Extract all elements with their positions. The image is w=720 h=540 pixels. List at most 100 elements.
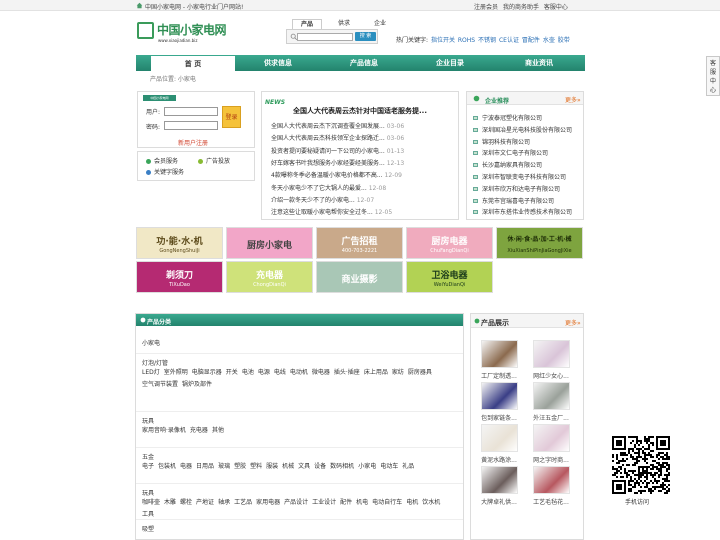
company-item[interactable]: 东莞市宫瑞喜电子有限公司 (473, 196, 554, 205)
product-caption[interactable]: 大牌卓礼供... (479, 497, 519, 506)
category-item-link[interactable]: 家用电器 (256, 499, 280, 506)
category-item-link[interactable]: 电脑显示器 (192, 369, 222, 376)
category-item-link[interactable]: 设备 (314, 463, 326, 470)
category-name[interactable]: 小家电 (142, 338, 160, 347)
register-link[interactable]: 注册会员 (474, 4, 498, 11)
password-input[interactable] (164, 121, 218, 130)
company-item[interactable]: 深圳市东搭伟业传感技术有限公司 (473, 207, 572, 216)
category-item-link[interactable]: 空气调节装置 (142, 381, 178, 388)
category-item-link[interactable]: 产品设计 (284, 499, 308, 506)
category-item-link[interactable]: 电子 (142, 463, 154, 470)
category-item-link[interactable]: 电机 (406, 499, 418, 506)
service-center-link[interactable]: 客服中心 (544, 4, 568, 11)
company-item[interactable]: 长沙嘉纳家具有限公司 (473, 160, 542, 169)
category-name[interactable]: 吸塑 (142, 524, 154, 533)
category-name[interactable]: 灯泡/灯管 (142, 358, 168, 367)
company-item[interactable]: 宁波泰冠塑化有限公司 (473, 113, 542, 122)
news-item[interactable]: 冬天小家电少不了它大锅人的最爱... 12-08 (271, 183, 386, 192)
category-name[interactable]: 五金 (142, 452, 154, 461)
ad-banner[interactable]: 厨房小家电 (226, 227, 313, 259)
news-item-title[interactable]: 介绍一款冬天少不了的小家电... (271, 197, 355, 204)
category-item-link[interactable]: 咖啡壶 (142, 499, 160, 506)
company-name[interactable]: 东莞市宫瑞喜电子有限公司 (482, 198, 554, 205)
ad-banner[interactable]: 卫浴电器 WeiYuDianQi (406, 261, 493, 293)
category-item-link[interactable]: 充电器 (190, 427, 208, 434)
category-item-link[interactable]: 锅炉及部件 (182, 381, 212, 388)
company-item[interactable]: 深圳市欣万和达电子有限公司 (473, 184, 560, 193)
company-name[interactable]: 深圳市东搭伟业传感技术有限公司 (482, 209, 572, 216)
category-item-link[interactable]: 塑料 (250, 463, 262, 470)
product-caption[interactable]: 工艺毛毡花... (531, 497, 571, 506)
category-item-link[interactable]: 电器 (180, 463, 192, 470)
hot-keyword[interactable]: 水壶 (543, 37, 555, 44)
nav-companies[interactable]: 企业目录 (407, 55, 493, 71)
product-caption[interactable]: 网红少女心... (531, 371, 571, 380)
ad-banner[interactable]: 广告招租 400-703-2221 (316, 227, 403, 259)
category-item-link[interactable]: 工艺品 (234, 499, 252, 506)
new-user-register-link[interactable]: 新用户注册 (178, 138, 208, 147)
member-service-link[interactable]: 会员服务 (146, 156, 178, 165)
category-item-link[interactable]: 螺栓 (180, 499, 192, 506)
login-button[interactable]: 登录 (222, 106, 241, 128)
username-input[interactable] (164, 107, 218, 116)
company-name[interactable]: 深圳市欣万和达电子有限公司 (482, 186, 560, 193)
news-item[interactable]: 投资者提问要秘疑请问一下公司的小家电... 01-13 (271, 146, 404, 155)
category-item-link[interactable]: 木雕 (164, 499, 176, 506)
company-name[interactable]: 深圳市智联变电子科技有限公司 (482, 174, 566, 181)
company-name[interactable]: 长沙嘉纳家具有限公司 (482, 162, 542, 169)
news-item-title[interactable]: 注意这些让取暖小家电帮你安全过冬... (271, 209, 373, 216)
news-item[interactable]: 4款曝称冬季必备温暖小家电价格都不高... 12-09 (271, 170, 402, 179)
product-thumbnail[interactable] (533, 340, 570, 368)
category-item-link[interactable]: 电动车 (380, 463, 398, 470)
category-item-link[interactable]: 开关 (226, 369, 238, 376)
product-thumbnail[interactable] (481, 340, 518, 368)
news-item-title[interactable]: 全国人大代表周云杰下沉调查覆全国发展... (271, 123, 385, 130)
company-item[interactable]: 深圳国冶星光电科技股份有限公司 (473, 125, 572, 134)
hot-keyword[interactable]: 冒配件 (522, 37, 540, 44)
product-thumbnail[interactable] (481, 382, 518, 410)
category-item-link[interactable]: LED灯 (142, 369, 160, 376)
news-item[interactable]: 介绍一款冬天少不了的小家电... 12-07 (271, 195, 374, 204)
keyword-service-link[interactable]: 关键字服务 (146, 167, 184, 176)
category-item-link[interactable]: 日用品 (196, 463, 214, 470)
search-tab-supply[interactable]: 供求 (330, 19, 358, 29)
category-item-link[interactable]: 轴承 (218, 499, 230, 506)
category-item-link[interactable]: 工具 (142, 511, 154, 518)
news-item[interactable]: 好车嫁客书叶我想服务小家经要经美服务... 12-13 (271, 158, 404, 167)
product-thumbnail[interactable] (533, 466, 570, 494)
category-item-link[interactable]: 文具 (298, 463, 310, 470)
category-item-link[interactable]: 室外照明 (164, 369, 188, 376)
hot-keyword[interactable]: CE认证 (499, 37, 519, 44)
news-headline[interactable]: 全国人大代表周云杰针对中国适老服务提... (293, 106, 427, 116)
category-name[interactable]: 玩具 (142, 488, 154, 497)
company-name[interactable]: 深圳市文仁电子有限公司 (482, 150, 548, 157)
product-caption[interactable]: 外汪五金厂... (531, 413, 571, 422)
category-item-link[interactable]: 小家电 (358, 463, 376, 470)
category-item-link[interactable]: 包装机 (158, 463, 176, 470)
nav-products[interactable]: 产品信息 (321, 55, 407, 71)
ad-banner[interactable]: 商业摄影 (316, 261, 403, 293)
company-item[interactable]: 锦羽科技有限公司 (473, 137, 530, 146)
category-item-link[interactable]: 微电器 (312, 369, 330, 376)
company-item[interactable]: 深圳市智联变电子科技有限公司 (473, 172, 566, 181)
company-item[interactable]: 深圳市文仁电子有限公司 (473, 148, 548, 157)
company-name[interactable]: 深圳国冶星光电科技股份有限公司 (482, 127, 572, 134)
category-item-link[interactable]: 产地证 (196, 499, 214, 506)
product-thumbnail[interactable] (533, 382, 570, 410)
home-icon[interactable] (136, 2, 143, 9)
category-item-link[interactable]: 数码相机 (330, 463, 354, 470)
news-item-title[interactable]: 全国人大代表周云杰科技领军企业探路迁... (271, 135, 385, 142)
hot-keyword[interactable]: ROHS (458, 37, 475, 44)
search-button[interactable]: 搜 索 (355, 32, 376, 41)
search-input[interactable] (297, 33, 353, 41)
category-item-link[interactable]: 饮水机 (422, 499, 440, 506)
category-item-link[interactable]: 家纺 (392, 369, 404, 376)
category-item-link[interactable]: 配件 (340, 499, 352, 506)
category-name[interactable]: 玩具 (142, 416, 154, 425)
hot-keyword[interactable]: 指位开关 (431, 37, 455, 44)
product-thumbnail[interactable] (481, 466, 518, 494)
customer-service-tab[interactable]: 客服中心 (706, 56, 720, 96)
product-caption[interactable]: 网之字时商... (531, 455, 571, 464)
category-item-link[interactable]: 塑胶 (234, 463, 246, 470)
ad-service-link[interactable]: 广告投放 (198, 156, 230, 165)
